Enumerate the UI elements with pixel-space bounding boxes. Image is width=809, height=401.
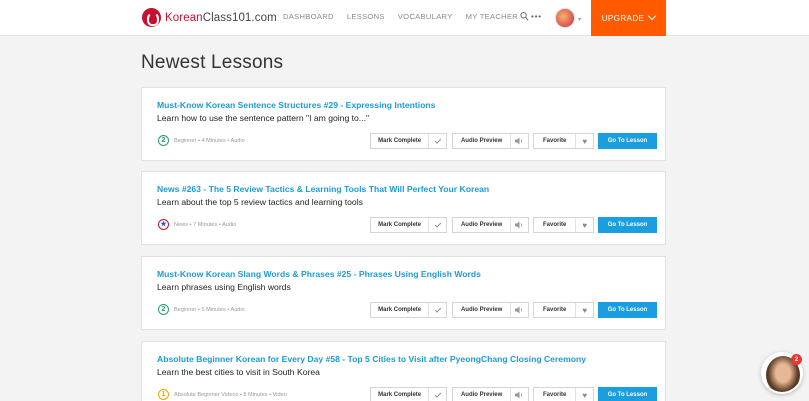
lesson-meta-text: News • 7 Minutes • Audio bbox=[174, 221, 237, 228]
checkmark-icon bbox=[429, 303, 446, 317]
lesson-meta: 1 Absolute Beginner Videos • 8 Minutes •… bbox=[158, 389, 287, 400]
lesson-meta: 2 Beginner • 4 Minutes • Audio bbox=[158, 135, 245, 146]
heart-icon: ♥ bbox=[582, 220, 588, 230]
mark-complete-label: Mark Complete bbox=[371, 218, 430, 232]
upgrade-label: UPGRADE bbox=[601, 13, 645, 23]
lesson-description: Learn about the top 5 review tactics and… bbox=[157, 197, 363, 207]
mark-complete-label: Mark Complete bbox=[371, 388, 430, 401]
checkmark-icon bbox=[429, 134, 446, 148]
main-nav: DASHBOARD LESSONS VOCABULARY MY TEACHER … bbox=[283, 12, 559, 21]
nav-more-button[interactable]: ••• bbox=[531, 12, 542, 21]
lesson-card: News #263 - The 5 Review Tactics & Learn… bbox=[141, 171, 666, 245]
audio-preview-button[interactable]: Audio Preview bbox=[452, 387, 529, 401]
site-logo[interactable]: KoreanClass101.com bbox=[142, 8, 277, 27]
nav-vocabulary[interactable]: VOCABULARY bbox=[398, 12, 453, 21]
user-avatar[interactable] bbox=[555, 8, 575, 28]
lesson-meta-text: Absolute Beginner Videos • 8 Minutes • V… bbox=[174, 391, 287, 398]
mark-complete-label: Mark Complete bbox=[371, 303, 430, 317]
lesson-title-link[interactable]: News #263 - The 5 Review Tactics & Learn… bbox=[157, 184, 489, 194]
lesson-card: Must-Know Korean Sentence Structures #29… bbox=[141, 87, 666, 161]
speaker-icon bbox=[511, 218, 528, 232]
speaker-icon bbox=[511, 303, 528, 317]
heart-icon: ♥ bbox=[582, 390, 588, 400]
lesson-title-link[interactable]: Must-Know Korean Slang Words & Phrases #… bbox=[157, 269, 481, 279]
nav-dashboard[interactable]: DASHBOARD bbox=[283, 12, 334, 21]
lesson-card: Must-Know Korean Slang Words & Phrases #… bbox=[141, 256, 666, 330]
audio-preview-label: Audio Preview bbox=[453, 134, 512, 148]
search-icon[interactable] bbox=[520, 11, 529, 23]
favorite-label: Favorite bbox=[534, 218, 577, 232]
top-header: KoreanClass101.com DASHBOARD LESSONS VOC… bbox=[0, 0, 809, 36]
nav-lessons[interactable]: LESSONS bbox=[347, 12, 385, 21]
speaker-icon bbox=[511, 134, 528, 148]
lesson-meta: 2 Beginner • 5 Minutes • Audio bbox=[158, 304, 245, 315]
mark-complete-button[interactable]: Mark Complete bbox=[370, 217, 447, 233]
level-badge-icon: 2 bbox=[158, 135, 169, 146]
lesson-description: Learn how to use the sentence pattern "I… bbox=[157, 113, 370, 123]
audio-preview-button[interactable]: Audio Preview bbox=[452, 302, 529, 318]
audio-preview-label: Audio Preview bbox=[453, 303, 512, 317]
news-badge-icon: ★ bbox=[158, 219, 169, 230]
heart-icon: ♥ bbox=[582, 305, 588, 315]
chevron-down-icon bbox=[648, 11, 657, 21]
favorite-label: Favorite bbox=[534, 388, 577, 401]
heart-icon: ♥ bbox=[582, 136, 588, 146]
favorite-button[interactable]: Favorite ♥ bbox=[533, 302, 594, 318]
lesson-title-link[interactable]: Must-Know Korean Sentence Structures #29… bbox=[157, 100, 435, 110]
lesson-title-link[interactable]: Absolute Beginner Korean for Every Day #… bbox=[157, 354, 586, 364]
logo-brand: Korean bbox=[165, 11, 203, 24]
lesson-card: Absolute Beginner Korean for Every Day #… bbox=[141, 341, 666, 401]
checkmark-icon bbox=[429, 388, 446, 401]
audio-preview-label: Audio Preview bbox=[453, 218, 512, 232]
favorite-button[interactable]: Favorite ♥ bbox=[533, 387, 594, 401]
upgrade-button[interactable]: UPGRADE bbox=[591, 0, 666, 36]
favorite-button[interactable]: Favorite ♥ bbox=[533, 133, 594, 149]
audio-preview-button[interactable]: Audio Preview bbox=[452, 217, 529, 233]
go-to-lesson-button[interactable]: Go To Lesson bbox=[598, 133, 657, 149]
page-title: Newest Lessons bbox=[141, 52, 284, 73]
lesson-description: Learn the best cities to visit in South … bbox=[157, 367, 320, 377]
mark-complete-button[interactable]: Mark Complete bbox=[370, 302, 447, 318]
lesson-meta-text: Beginner • 4 Minutes • Audio bbox=[174, 137, 245, 144]
logo-domain: Class101.com bbox=[202, 11, 277, 24]
chat-notification-badge: 2 bbox=[791, 354, 802, 365]
mark-complete-label: Mark Complete bbox=[371, 134, 430, 148]
audio-preview-label: Audio Preview bbox=[453, 388, 512, 401]
mark-complete-button[interactable]: Mark Complete bbox=[370, 387, 447, 401]
favorite-button[interactable]: Favorite ♥ bbox=[533, 217, 594, 233]
favorite-label: Favorite bbox=[534, 303, 577, 317]
audio-preview-button[interactable]: Audio Preview bbox=[452, 133, 529, 149]
speaker-icon bbox=[511, 388, 528, 401]
checkmark-icon bbox=[429, 218, 446, 232]
go-to-lesson-button[interactable]: Go To Lesson bbox=[598, 302, 657, 318]
go-to-lesson-button[interactable]: Go To Lesson bbox=[598, 387, 657, 401]
nav-my-teacher[interactable]: MY TEACHER bbox=[466, 12, 519, 21]
level-badge-icon: 1 bbox=[158, 389, 169, 400]
mark-complete-button[interactable]: Mark Complete bbox=[370, 133, 447, 149]
lesson-meta: ★ News • 7 Minutes • Audio bbox=[158, 219, 236, 230]
avatar-dropdown-icon[interactable]: ▾ bbox=[578, 16, 581, 23]
lesson-description: Learn phrases using English words bbox=[157, 282, 291, 292]
level-badge-icon: 2 bbox=[158, 304, 169, 315]
logo-icon bbox=[142, 8, 161, 27]
favorite-label: Favorite bbox=[534, 134, 577, 148]
go-to-lesson-button[interactable]: Go To Lesson bbox=[598, 217, 657, 233]
lesson-meta-text: Beginner • 5 Minutes • Audio bbox=[174, 306, 245, 313]
